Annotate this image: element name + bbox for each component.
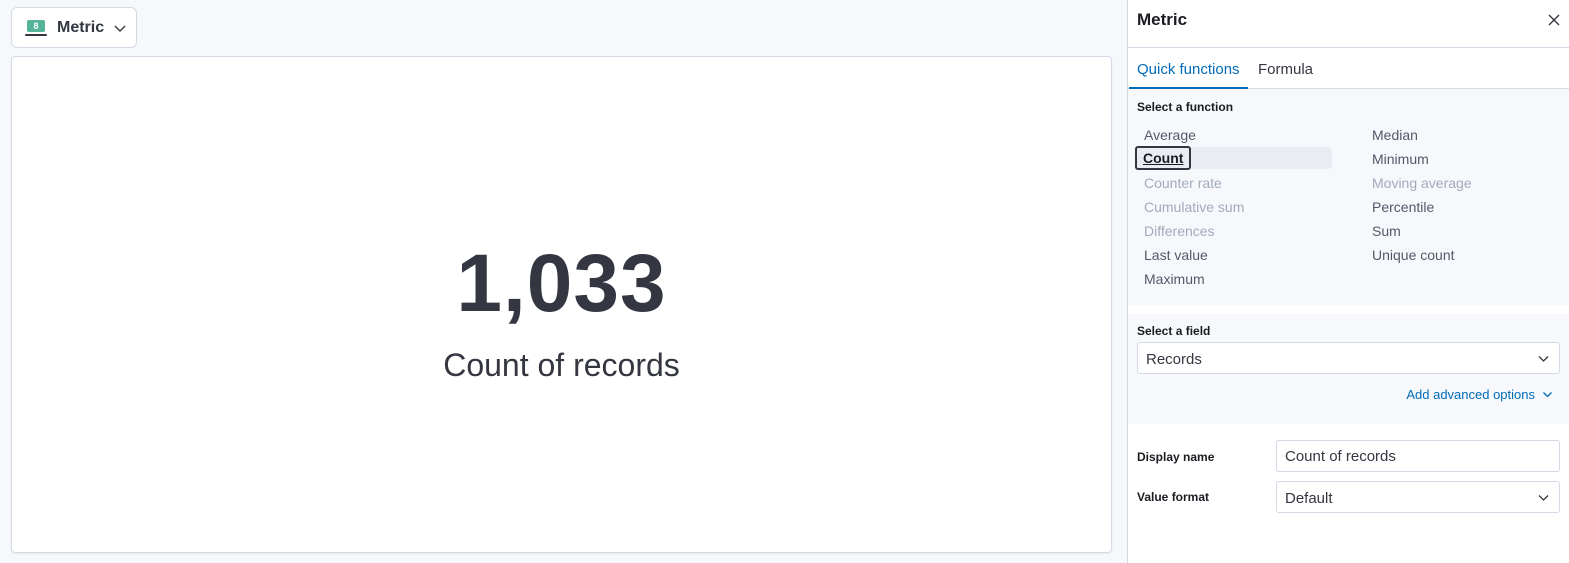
value-format-select[interactable]: Default: [1276, 481, 1560, 513]
function-count[interactable]: Count: [1134, 146, 1192, 170]
value-format-label: Value format: [1137, 490, 1210, 504]
display-name-input[interactable]: [1276, 440, 1560, 472]
dimension-editor-flyout: Metric Quick functions Formula Select a …: [1127, 0, 1569, 563]
tab-formula[interactable]: Formula: [1250, 49, 1321, 89]
chevron-down-icon: [1543, 392, 1552, 398]
section-divider: [1128, 305, 1569, 314]
select-function-label: Select a function: [1137, 100, 1234, 114]
metric-visualization: 1,033 Count of records: [11, 56, 1112, 553]
close-icon[interactable]: [1546, 12, 1562, 28]
editor-tabs: Quick functions Formula: [1128, 49, 1569, 89]
function-differences: Differences: [1144, 223, 1215, 239]
function-cumulative-sum: Cumulative sum: [1144, 199, 1245, 215]
function-median[interactable]: Median: [1372, 125, 1418, 145]
flyout-title: Metric: [1137, 10, 1188, 29]
field-select[interactable]: Records: [1137, 342, 1560, 374]
function-last-value[interactable]: Last value: [1144, 245, 1208, 265]
chevron-down-icon: [114, 25, 126, 32]
flyout-header: Metric: [1128, 0, 1569, 48]
function-average[interactable]: Average: [1144, 125, 1196, 145]
function-minimum[interactable]: Minimum: [1372, 149, 1429, 169]
function-sum[interactable]: Sum: [1372, 221, 1401, 241]
workspace: 8 Metric 1,033 Count of records: [0, 0, 1127, 563]
add-advanced-options-label: Add advanced options: [1406, 387, 1535, 402]
display-name-label: Display name: [1137, 450, 1215, 464]
add-advanced-options-link[interactable]: Add advanced options: [1406, 387, 1553, 402]
select-field-label: Select a field: [1137, 324, 1211, 338]
metric-title: Count of records: [443, 347, 680, 383]
function-percentile[interactable]: Percentile: [1372, 197, 1434, 217]
metric-value: 1,033: [456, 238, 667, 329]
chevron-down-icon: [1538, 495, 1549, 501]
function-moving-average: Moving average: [1372, 175, 1472, 191]
value-format-value: Default: [1285, 490, 1333, 507]
tab-quick-functions[interactable]: Quick functions: [1129, 49, 1248, 89]
chevron-down-icon: [1538, 356, 1549, 362]
metric-vis-icon: 8: [25, 19, 47, 37]
function-unique-count[interactable]: Unique count: [1372, 245, 1455, 265]
function-counter-rate: Counter rate: [1144, 175, 1222, 191]
visualization-type-label: Metric: [57, 18, 105, 36]
function-maximum[interactable]: Maximum: [1144, 269, 1205, 289]
visualization-type-switcher[interactable]: 8 Metric: [11, 7, 137, 48]
field-select-value: Records: [1146, 351, 1202, 368]
